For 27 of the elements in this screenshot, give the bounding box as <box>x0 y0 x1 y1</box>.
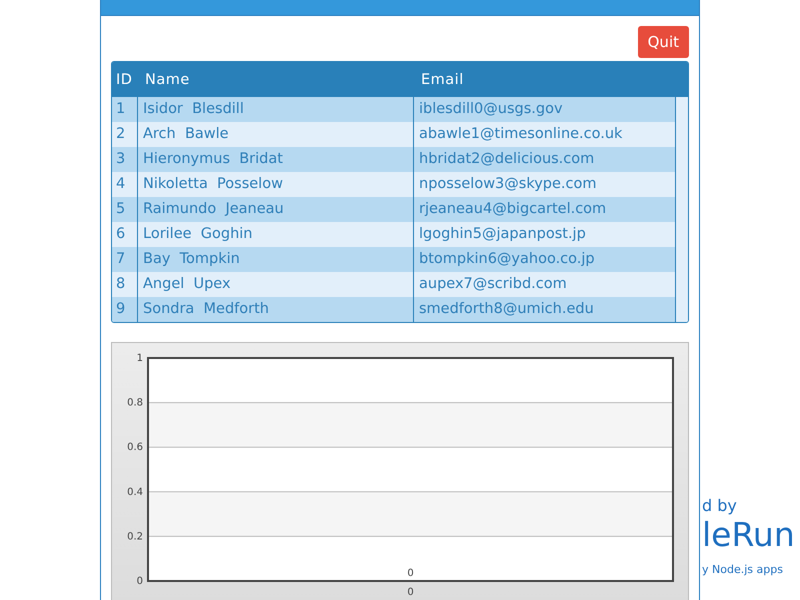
y-tick-label: 0.4 <box>127 486 143 498</box>
y-tick-label: 0.8 <box>127 398 143 409</box>
column-header: Email <box>421 72 465 88</box>
table-cell-text: rjeaneau4@bigcartel.com <box>418 200 608 219</box>
y-tick-label: 1 <box>136 353 143 364</box>
promo-logo-text: leRun <box>702 515 795 555</box>
promo-text: d by <box>702 496 737 515</box>
y-tick-label: 0.6 <box>127 442 143 454</box>
table-cell-text: lgoghin5@japanpost.jp <box>418 225 587 244</box>
table-cell-text: abawle1@timesonline.co.uk <box>418 125 624 144</box>
x-tick-label: 0 <box>407 587 414 598</box>
promo-tagline: y Node.js apps <box>702 563 783 576</box>
table-cell-text: smedforth8@umich.edu <box>418 300 595 319</box>
scrollbar-track[interactable] <box>675 97 688 322</box>
column-header: ID <box>115 72 134 88</box>
table-cell-text: nposselow3@skype.com <box>418 175 598 194</box>
data-label: 0 <box>407 568 414 579</box>
table-cell-text: iblesdill0@usgs.gov <box>418 100 564 119</box>
quit-button[interactable]: Quit <box>638 26 689 58</box>
table-cell: Sondra Medforth <box>138 297 414 322</box>
table-cell-text: btompkin6@yahoo.co.jp <box>418 250 596 269</box>
y-tick-label: 0 <box>136 576 143 587</box>
column-header: Name <box>144 72 191 88</box>
table-cell-text: hbridat2@delicious.com <box>418 150 596 169</box>
y-tick-label: 0.2 <box>127 531 143 542</box>
table-cell: 9 <box>112 297 138 322</box>
table-cell-text: aupex7@scribd.com <box>418 275 568 294</box>
